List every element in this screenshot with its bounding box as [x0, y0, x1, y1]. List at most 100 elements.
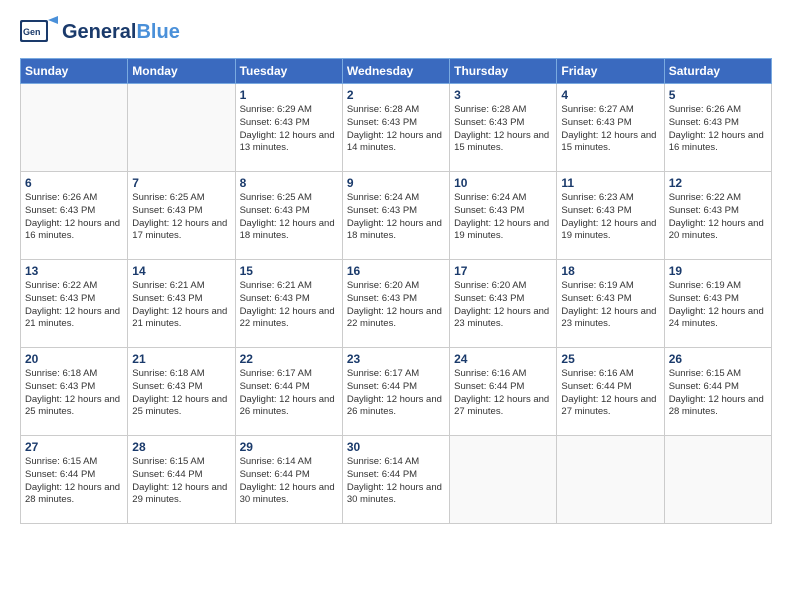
day-number: 19 — [669, 264, 767, 278]
calendar-cell: 16 Sunrise: 6:20 AM Sunset: 6:43 PM Dayli… — [342, 260, 449, 348]
day-number: 6 — [25, 176, 123, 190]
day-number: 23 — [347, 352, 445, 366]
page: Gen GeneralBlue SundayMondayTuesdayWedne… — [0, 0, 792, 612]
calendar-header-saturday: Saturday — [664, 59, 771, 84]
day-info: Sunrise: 6:24 AM Sunset: 6:43 PM Dayligh… — [454, 192, 552, 243]
day-number: 7 — [132, 176, 230, 190]
day-number: 1 — [240, 88, 338, 102]
calendar-week-5: 27 Sunrise: 6:15 AM Sunset: 6:44 PM Dayli… — [21, 436, 772, 524]
day-info: Sunrise: 6:28 AM Sunset: 6:43 PM Dayligh… — [347, 104, 445, 155]
day-number: 5 — [669, 88, 767, 102]
day-number: 8 — [240, 176, 338, 190]
calendar-cell: 13Sunrise: 6:22 AM Sunset: 6:43 PM Dayli… — [21, 260, 128, 348]
day-number: 2 — [347, 88, 445, 102]
calendar-cell: 20Sunrise: 6:18 AM Sunset: 6:43 PM Dayli… — [21, 348, 128, 436]
day-info: Sunrise: 6:17 AM Sunset: 6:44 PM Dayligh… — [347, 368, 445, 419]
logo: Gen GeneralBlue — [20, 16, 180, 48]
day-info: Sunrise: 6:19 AM Sunset: 6:43 PM Dayligh… — [561, 280, 659, 331]
calendar-header-monday: Monday — [128, 59, 235, 84]
calendar-header-sunday: Sunday — [21, 59, 128, 84]
calendar-cell: 10 Sunrise: 6:24 AM Sunset: 6:43 PM Dayli… — [450, 172, 557, 260]
calendar-cell: 23 Sunrise: 6:17 AM Sunset: 6:44 PM Dayli… — [342, 348, 449, 436]
calendar-cell: 29 Sunrise: 6:14 AM Sunset: 6:44 PM Dayli… — [235, 436, 342, 524]
day-info: Sunrise: 6:16 AM Sunset: 6:44 PM Dayligh… — [561, 368, 659, 419]
calendar-cell: 4 Sunrise: 6:27 AM Sunset: 6:43 PM Daylig… — [557, 84, 664, 172]
calendar-cell: 28Sunrise: 6:15 AM Sunset: 6:44 PM Dayli… — [128, 436, 235, 524]
day-number: 20 — [25, 352, 123, 366]
day-info: Sunrise: 6:14 AM Sunset: 6:44 PM Dayligh… — [347, 456, 445, 507]
day-info: Sunrise: 6:15 AM Sunset: 6:44 PM Dayligh… — [25, 456, 123, 507]
calendar-cell: 30 Sunrise: 6:14 AM Sunset: 6:44 PM Dayli… — [342, 436, 449, 524]
calendar-cell — [128, 84, 235, 172]
day-info: Sunrise: 6:29 AM Sunset: 6:43 PM Dayligh… — [240, 104, 338, 155]
day-info: Sunrise: 6:23 AM Sunset: 6:43 PM Dayligh… — [561, 192, 659, 243]
calendar-cell: 14 Sunrise: 6:21 AM Sunset: 6:43 PM Dayli… — [128, 260, 235, 348]
day-info: Sunrise: 6:15 AM Sunset: 6:44 PM Dayligh… — [132, 456, 230, 507]
calendar-cell: 1 Sunrise: 6:29 AM Sunset: 6:43 PM Daylig… — [235, 84, 342, 172]
day-info: Sunrise: 6:20 AM Sunset: 6:43 PM Dayligh… — [347, 280, 445, 331]
calendar-cell: 9 Sunrise: 6:24 AM Sunset: 6:43 PM Daylig… — [342, 172, 449, 260]
day-info: Sunrise: 6:26 AM Sunset: 6:43 PM Dayligh… — [25, 192, 123, 243]
calendar-cell: 5 Sunrise: 6:26 AM Sunset: 6:43 PM Daylig… — [664, 84, 771, 172]
calendar-header-friday: Friday — [557, 59, 664, 84]
calendar-cell: 27 Sunrise: 6:15 AM Sunset: 6:44 PM Dayli… — [21, 436, 128, 524]
calendar-header-thursday: Thursday — [450, 59, 557, 84]
day-info: Sunrise: 6:27 AM Sunset: 6:43 PM Dayligh… — [561, 104, 659, 155]
day-number: 9 — [347, 176, 445, 190]
day-info: Sunrise: 6:21 AM Sunset: 6:43 PM Dayligh… — [240, 280, 338, 331]
day-number: 15 — [240, 264, 338, 278]
calendar-cell: 26Sunrise: 6:15 AM Sunset: 6:44 PM Dayli… — [664, 348, 771, 436]
day-number: 11 — [561, 176, 659, 190]
day-number: 12 — [669, 176, 767, 190]
day-info: Sunrise: 6:28 AM Sunset: 6:43 PM Dayligh… — [454, 104, 552, 155]
day-number: 17 — [454, 264, 552, 278]
svg-text:Gen: Gen — [23, 27, 41, 37]
calendar-header-wednesday: Wednesday — [342, 59, 449, 84]
day-info: Sunrise: 6:18 AM Sunset: 6:43 PM Dayligh… — [132, 368, 230, 419]
calendar-week-4: 20 Sunrise: 6:18 AM Sunset: 6:43 PM Dayli… — [21, 348, 772, 436]
calendar-cell: 7 Sunrise: 6:25 AM Sunset: 6:43 PM Daylig… — [128, 172, 235, 260]
calendar-header-row: SundayMondayTuesdayWednesdayThursdayFrid… — [21, 59, 772, 84]
day-number: 21 — [132, 352, 230, 366]
calendar-cell: 17Sunrise: 6:20 AM Sunset: 6:43 PM Dayli… — [450, 260, 557, 348]
calendar-week-3: 13Sunrise: 6:22 AM Sunset: 6:43 PM Dayli… — [21, 260, 772, 348]
calendar-cell: 21 Sunrise: 6:18 AM Sunset: 6:43 PM Dayli… — [128, 348, 235, 436]
calendar-cell: 2 Sunrise: 6:28 AM Sunset: 6:43 PM Daylig… — [342, 84, 449, 172]
day-info: Sunrise: 6:16 AM Sunset: 6:44 PM Dayligh… — [454, 368, 552, 419]
calendar-cell: 11 Sunrise: 6:23 AM Sunset: 6:43 PM Dayli… — [557, 172, 664, 260]
calendar-table: SundayMondayTuesdayWednesdayThursdayFrid… — [20, 58, 772, 524]
day-info: Sunrise: 6:14 AM Sunset: 6:44 PM Dayligh… — [240, 456, 338, 507]
calendar-cell: 25Sunrise: 6:16 AM Sunset: 6:44 PM Dayli… — [557, 348, 664, 436]
day-info: Sunrise: 6:24 AM Sunset: 6:43 PM Dayligh… — [347, 192, 445, 243]
calendar-cell: 15 Sunrise: 6:21 AM Sunset: 6:43 PM Dayli… — [235, 260, 342, 348]
calendar-cell — [557, 436, 664, 524]
day-number: 29 — [240, 440, 338, 454]
day-info: Sunrise: 6:17 AM Sunset: 6:44 PM Dayligh… — [240, 368, 338, 419]
day-number: 22 — [240, 352, 338, 366]
day-number: 27 — [25, 440, 123, 454]
calendar-cell: 3 Sunrise: 6:28 AM Sunset: 6:43 PM Daylig… — [450, 84, 557, 172]
day-info: Sunrise: 6:22 AM Sunset: 6:43 PM Dayligh… — [669, 192, 767, 243]
day-info: Sunrise: 6:25 AM Sunset: 6:43 PM Dayligh… — [132, 192, 230, 243]
day-number: 13 — [25, 264, 123, 278]
day-info: Sunrise: 6:26 AM Sunset: 6:43 PM Dayligh… — [669, 104, 767, 155]
calendar-header-tuesday: Tuesday — [235, 59, 342, 84]
logo-text: GeneralBlue — [62, 22, 180, 42]
calendar-cell: 12 Sunrise: 6:22 AM Sunset: 6:43 PM Dayli… — [664, 172, 771, 260]
calendar-cell — [21, 84, 128, 172]
day-number: 30 — [347, 440, 445, 454]
day-number: 14 — [132, 264, 230, 278]
day-number: 16 — [347, 264, 445, 278]
calendar-cell: 18 Sunrise: 6:19 AM Sunset: 6:43 PM Dayli… — [557, 260, 664, 348]
calendar-cell — [664, 436, 771, 524]
calendar-cell: 6 Sunrise: 6:26 AM Sunset: 6:43 PM Daylig… — [21, 172, 128, 260]
day-number: 3 — [454, 88, 552, 102]
day-info: Sunrise: 6:21 AM Sunset: 6:43 PM Dayligh… — [132, 280, 230, 331]
day-number: 10 — [454, 176, 552, 190]
day-number: 18 — [561, 264, 659, 278]
day-info: Sunrise: 6:25 AM Sunset: 6:43 PM Dayligh… — [240, 192, 338, 243]
calendar-week-2: 6 Sunrise: 6:26 AM Sunset: 6:43 PM Daylig… — [21, 172, 772, 260]
calendar-cell: 24Sunrise: 6:16 AM Sunset: 6:44 PM Dayli… — [450, 348, 557, 436]
day-number: 4 — [561, 88, 659, 102]
calendar-cell: 8 Sunrise: 6:25 AM Sunset: 6:43 PM Daylig… — [235, 172, 342, 260]
